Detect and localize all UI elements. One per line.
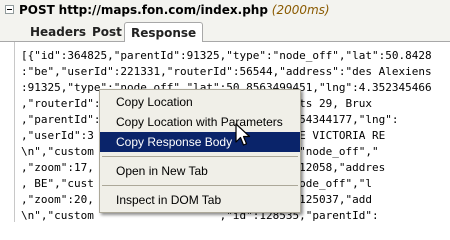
menu-item-copy-location[interactable]: Copy Location	[100, 92, 300, 112]
menu-item-copy-location-with-parameters[interactable]: Copy Location with Parameters	[100, 112, 300, 132]
mouse-pointer-icon	[235, 123, 251, 146]
request-header[interactable]: POST http://maps.fon.com/index.php (2000…	[0, 0, 450, 20]
tab-post[interactable]: Post	[86, 22, 128, 42]
menu-item-open-in-new-tab[interactable]: Open in New Tab	[100, 161, 300, 181]
request-line: POST http://maps.fon.com/index.php (2000…	[19, 0, 330, 20]
menu-separator	[102, 185, 298, 186]
request-method: POST	[19, 3, 55, 17]
tab-bar: Headers Post Response	[0, 20, 450, 43]
request-url: http://maps.fon.com/index.php	[58, 3, 268, 17]
tab-headers[interactable]: Headers	[24, 22, 92, 42]
tab-response[interactable]: Response	[124, 22, 204, 43]
context-menu: Copy Location Copy Location with Paramet…	[99, 89, 301, 213]
collapse-toggle-icon[interactable]	[5, 5, 14, 14]
request-time: (2000ms)	[271, 3, 330, 17]
menu-item-inspect-in-dom-tab[interactable]: Inspect in DOM Tab	[100, 190, 300, 210]
menu-item-copy-response-body[interactable]: Copy Response Body	[100, 132, 300, 152]
menu-separator	[102, 156, 298, 157]
